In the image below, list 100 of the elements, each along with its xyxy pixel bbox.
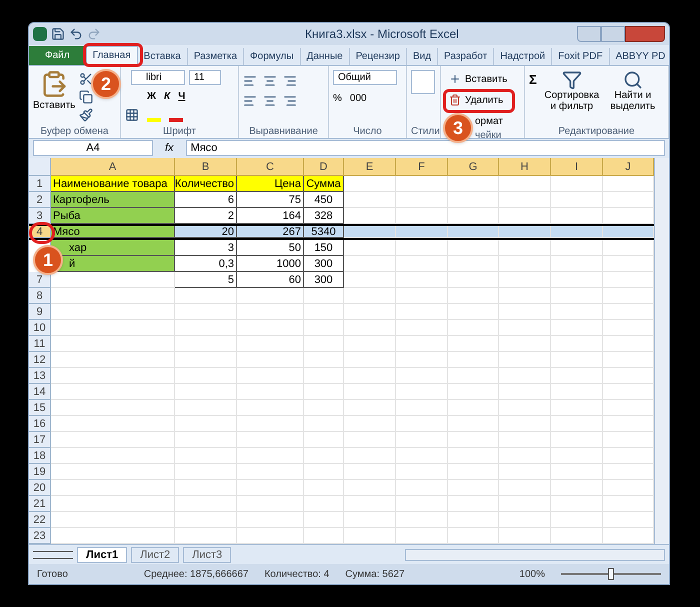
undo-icon[interactable]: [69, 26, 83, 41]
column-header[interactable]: H: [499, 158, 551, 176]
column-header[interactable]: E: [344, 158, 396, 176]
ribbon-tab[interactable]: Главная: [86, 46, 138, 65]
table-cell: [304, 352, 344, 368]
font-size-field[interactable]: 11: [189, 70, 221, 85]
sheet-navigation-icon[interactable]: [33, 550, 73, 559]
file-tab[interactable]: Файл: [29, 46, 86, 65]
table-cell: [237, 320, 304, 336]
zoom-slider-thumb[interactable]: [608, 568, 614, 580]
table-cell: [396, 192, 448, 208]
find-select-button[interactable]: Найти и выделить: [606, 70, 659, 112]
function-button[interactable]: fx: [157, 140, 182, 157]
table-cell: [551, 208, 603, 224]
percent-button[interactable]: %: [333, 90, 342, 106]
table-cell: [551, 288, 603, 304]
font-style-button[interactable]: К: [164, 88, 170, 104]
row-header[interactable]: 20: [29, 480, 51, 496]
align-center-icon[interactable]: [263, 94, 277, 108]
row-header[interactable]: 13: [29, 368, 51, 384]
table-cell: [237, 384, 304, 400]
table-cell: [499, 256, 551, 272]
row-header[interactable]: 9: [29, 304, 51, 320]
column-header[interactable]: A: [51, 158, 175, 176]
autosum-button[interactable]: Σ: [529, 70, 537, 90]
sheet-tab[interactable]: Лист3: [183, 546, 232, 563]
paste-button[interactable]: Вставить: [33, 70, 76, 113]
table-cell: [304, 448, 344, 464]
close-button[interactable]: [625, 26, 665, 42]
thousands-button[interactable]: 000: [350, 90, 367, 106]
align-right-icon[interactable]: [283, 74, 297, 88]
table-cell: [304, 368, 344, 384]
font-style-button[interactable]: Ч: [178, 88, 186, 104]
borders-icon[interactable]: [125, 108, 139, 122]
row-header[interactable]: 18: [29, 448, 51, 464]
table-cell: [344, 272, 396, 288]
font-style-button[interactable]: Ж: [147, 88, 156, 104]
delete-cells-button[interactable]: Удалить: [449, 92, 508, 108]
group-label: Шрифт: [162, 124, 197, 138]
table-cell: [237, 464, 304, 480]
column-header[interactable]: G: [448, 158, 499, 176]
row-header[interactable]: 10: [29, 320, 51, 336]
row-header[interactable]: 2: [29, 192, 51, 208]
filter-icon: [562, 70, 582, 90]
row-header[interactable]: 23: [29, 528, 51, 544]
align-left-icon[interactable]: [243, 94, 257, 108]
row-header[interactable]: 7: [29, 272, 51, 288]
column-header[interactable]: D: [304, 158, 344, 176]
row-header[interactable]: 1: [29, 176, 51, 192]
column-header[interactable]: J: [603, 158, 654, 176]
vertical-scrollbar[interactable]: [654, 158, 669, 544]
table-cell: [551, 368, 603, 384]
column-header[interactable]: F: [396, 158, 448, 176]
table-cell: [448, 512, 499, 528]
table-cell: [237, 496, 304, 512]
align-right-icon[interactable]: [283, 94, 297, 108]
save-icon[interactable]: [51, 26, 65, 41]
row-header[interactable]: 12: [29, 352, 51, 368]
copy-icon[interactable]: [79, 90, 94, 104]
row-header[interactable]: 19: [29, 464, 51, 480]
row-header[interactable]: 16: [29, 416, 51, 432]
cut-icon[interactable]: [79, 72, 94, 86]
number-format-field[interactable]: Общий: [333, 70, 397, 85]
row-header[interactable]: 21: [29, 496, 51, 512]
table-cell: Количество: [175, 176, 237, 192]
row-header[interactable]: 15: [29, 400, 51, 416]
insert-cells-button[interactable]: Вставить: [449, 72, 508, 87]
table-cell: хар: [51, 240, 175, 256]
table-cell: [344, 480, 396, 496]
table-cell: [603, 226, 654, 238]
row-header[interactable]: 3: [29, 208, 51, 224]
horizontal-scrollbar[interactable]: [405, 548, 665, 561]
format-painter-icon[interactable]: [79, 108, 94, 122]
row-header[interactable]: 8: [29, 288, 51, 304]
formula-field[interactable]: Мясо: [186, 140, 665, 156]
format-cells-button[interactable]: ормат: [475, 114, 508, 129]
table-cell: [396, 368, 448, 384]
row-header[interactable]: 14: [29, 384, 51, 400]
align-left-icon[interactable]: [243, 74, 257, 88]
column-header[interactable]: B: [175, 158, 237, 176]
table-cell: [396, 480, 448, 496]
table-cell: [396, 432, 448, 448]
row-header[interactable]: 11: [29, 336, 51, 352]
font-name-field[interactable]: libri: [131, 70, 185, 85]
sheet-tab[interactable]: Лист1: [77, 546, 128, 563]
row-header[interactable]: 17: [29, 432, 51, 448]
table-cell: [448, 320, 499, 336]
row-header[interactable]: 22: [29, 512, 51, 528]
table-cell: [396, 288, 448, 304]
table-cell: [344, 176, 396, 192]
align-center-icon[interactable]: [263, 74, 277, 88]
table-cell: 5: [175, 272, 237, 288]
table-cell: [344, 368, 396, 384]
name-box[interactable]: A4: [33, 140, 153, 156]
sheet-tab[interactable]: Лист2: [131, 546, 180, 563]
table-cell: [448, 176, 499, 192]
sort-filter-button[interactable]: Сортировка и фильтр: [540, 70, 603, 112]
column-header[interactable]: C: [237, 158, 304, 176]
table-cell: [175, 288, 237, 304]
column-header[interactable]: I: [551, 158, 603, 176]
